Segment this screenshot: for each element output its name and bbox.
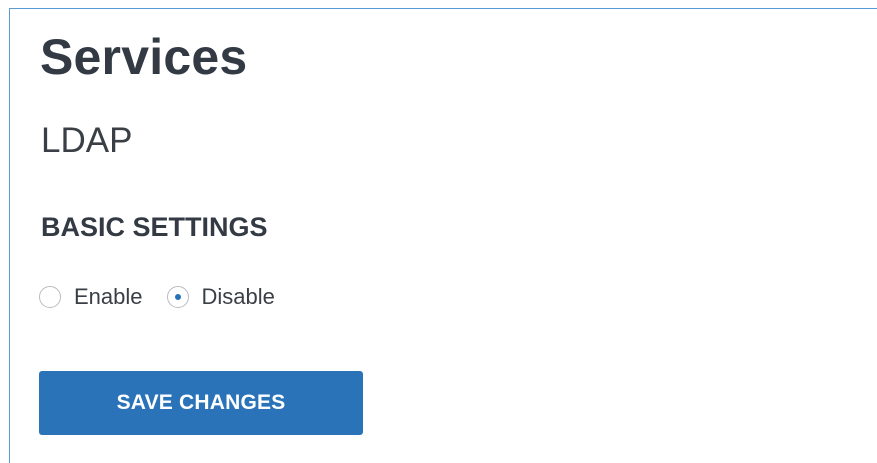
radio-checked-icon[interactable] xyxy=(166,286,189,308)
disable-radio-label: Disable xyxy=(201,284,275,309)
page-title: Services xyxy=(40,29,248,85)
radio-dot-icon xyxy=(174,294,181,300)
radio-unchecked-icon[interactable] xyxy=(39,286,61,308)
service-name: LDAP xyxy=(41,121,133,160)
enable-radio-label: Enable xyxy=(74,284,143,309)
status-radio-group: Enable Disable xyxy=(39,284,299,310)
basic-settings-heading: BASIC SETTINGS xyxy=(41,212,268,242)
disable-radio-option[interactable]: Disable xyxy=(166,284,275,310)
enable-radio-option[interactable]: Enable xyxy=(39,284,143,310)
save-changes-button[interactable]: SAVE CHANGES xyxy=(39,371,363,435)
